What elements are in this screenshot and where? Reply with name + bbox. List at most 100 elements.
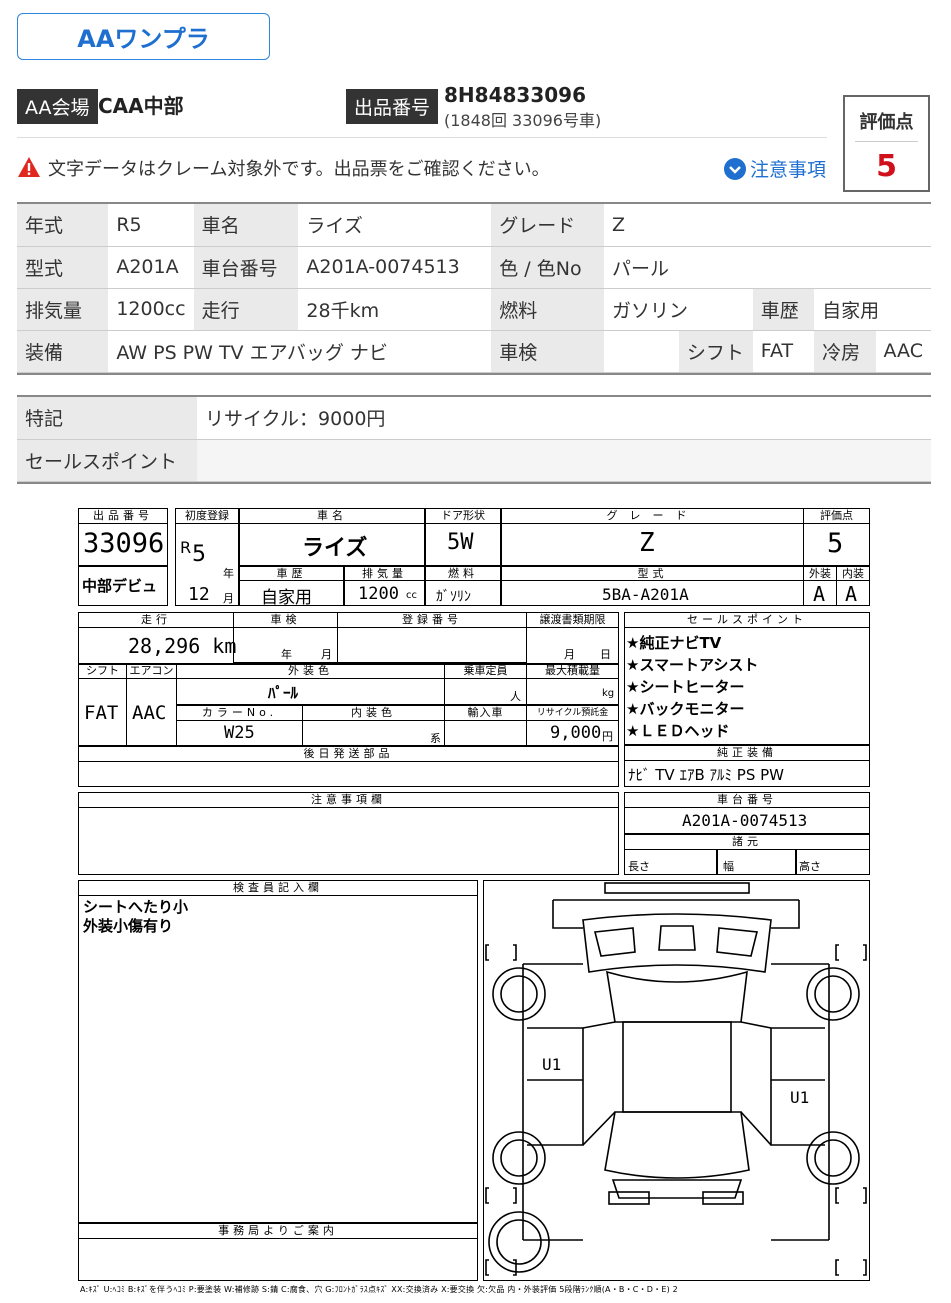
lot-sub: (1848回 33096号車) bbox=[444, 111, 602, 130]
notes-link[interactable]: 注意事項 bbox=[724, 155, 826, 182]
spec-value: ガソリン bbox=[603, 288, 753, 331]
sheet-lot: 33096 bbox=[83, 528, 165, 559]
spec-key: 装備 bbox=[17, 330, 109, 373]
spec-value: パール bbox=[603, 246, 931, 289]
spec-value: ライズ bbox=[298, 204, 492, 247]
sheet-car-name: ライズ bbox=[302, 536, 368, 561]
spec-value: AAC bbox=[875, 330, 931, 373]
spec-value bbox=[603, 330, 679, 373]
sheet-h-shift: シフト bbox=[78, 663, 127, 679]
spec-key: 車歴 bbox=[752, 288, 815, 331]
sheet-model: 5BA-A201A bbox=[602, 585, 689, 604]
sheet-color: ﾊﾟｰﾙ bbox=[268, 684, 299, 702]
score-label: 評価点 bbox=[859, 112, 914, 133]
spec-row-4: 装備 AW PS PW TV エアバッグ ナビ 車検 シフト FAT 冷房 AA… bbox=[17, 330, 931, 373]
spec-value: 自家用 bbox=[814, 288, 931, 331]
spec-row-2: 型式 A201A 車台番号 A201A-0074513 色 / 色No パール bbox=[17, 246, 931, 289]
sheet-h-score: 評価点 bbox=[803, 508, 870, 524]
sheet-genuine: ﾅﾋﾞ TV ｴｱB ｱﾙﾐ PS PW bbox=[628, 766, 784, 784]
remarks-table: 特記 リサイクル：9000円 セールスポイント bbox=[17, 395, 931, 484]
spec-key: 年式 bbox=[17, 204, 109, 247]
sheet-h-chassis: 車台番号 bbox=[624, 792, 870, 808]
sheet-h-history: 車歴 bbox=[239, 566, 344, 581]
venue-tag: AA会場 bbox=[17, 89, 98, 124]
header-divider bbox=[17, 137, 827, 138]
sheet-h-door: ドア形状 bbox=[425, 508, 501, 524]
sheet-h-caution: 注意事項欄 bbox=[78, 792, 619, 808]
sheet-h-recycle: リサイクル預託金 bbox=[526, 705, 619, 721]
sheet-h-color-no: カラーNo. bbox=[176, 705, 303, 721]
sheet-h-int: 内装 bbox=[836, 566, 870, 581]
sheet-h-car-name: 車名 bbox=[239, 508, 425, 524]
sheet-h-ac: エアコン bbox=[126, 663, 177, 679]
sheet-ac: AAC bbox=[132, 702, 167, 724]
sheet-h-inspection: 車検 bbox=[233, 612, 338, 628]
spec-row-1: 年式 R5 車名 ライズ グレード Z bbox=[17, 204, 931, 247]
damage-marker: U1 bbox=[542, 1055, 562, 1074]
sheet-chassis: A201A-0074513 bbox=[682, 811, 808, 830]
damage-marker: U1 bbox=[790, 1088, 810, 1107]
brand-button[interactable]: AAワンプラ bbox=[17, 13, 270, 60]
warning-text: 文字データはクレーム対象外です。出品票をご確認ください。 bbox=[48, 159, 550, 180]
sheet-year: 5 bbox=[192, 542, 206, 567]
warning-icon bbox=[18, 157, 40, 177]
sheet-h-displacement: 排気量 bbox=[344, 566, 425, 581]
spec-value: R5 bbox=[108, 204, 194, 247]
spec-key: グレード bbox=[491, 204, 604, 247]
sheet-history: 自家用 bbox=[261, 588, 312, 608]
sheet-h-genuine: 純正装備 bbox=[624, 745, 870, 761]
remarks-key-sales: セールスポイント bbox=[17, 439, 197, 482]
sheet-recycle: 9,000 bbox=[550, 723, 602, 743]
spec-table-wrap: 年式 R5 車名 ライズ グレード Z 型式 A201A 車台番号 A201A-… bbox=[17, 202, 931, 375]
sheet-h-transfer: 譲渡書類期限 bbox=[526, 612, 619, 628]
spec-key: 走行 bbox=[193, 288, 299, 331]
sheet-door: 5W bbox=[447, 530, 474, 555]
spec-value: A201A-0074513 bbox=[298, 246, 492, 289]
sheet-h-inspector: 検査員記入欄 bbox=[78, 880, 478, 896]
sheet-h-first-reg: 初度登録 bbox=[175, 508, 239, 524]
sheet-inspector-notes: シートへたり小 外装小傷有り bbox=[83, 898, 188, 936]
sheet-h-mileage: 走行 bbox=[78, 612, 234, 628]
spec-key: 色 / 色No bbox=[491, 246, 604, 289]
lot-value: 8H84833096 bbox=[444, 83, 586, 107]
sheet-h-ext: 外装 bbox=[803, 566, 837, 581]
sales-point: ★ＬＥＤヘッド bbox=[626, 722, 730, 740]
sheet-h-office: 事務局よりご案内 bbox=[78, 1223, 478, 1239]
sheet-grade: Z bbox=[639, 528, 655, 558]
chevron-down-icon bbox=[724, 157, 746, 180]
lot-tag: 出品番号 bbox=[346, 89, 439, 124]
sheet-h-lot: 出品番号 bbox=[78, 508, 168, 524]
spec-key: 車名 bbox=[193, 204, 299, 247]
venue-value: CAA中部 bbox=[98, 94, 184, 118]
spec-key: シフト bbox=[678, 330, 753, 373]
sheet-h-grade: グレード bbox=[501, 508, 804, 524]
sheet-era: R bbox=[180, 538, 192, 557]
spec-value: 1200cc bbox=[108, 288, 194, 331]
spec-value: 28千km bbox=[298, 288, 492, 331]
remarks-key-special: 特記 bbox=[17, 397, 197, 440]
spec-value: Z bbox=[603, 204, 931, 247]
inspector-note: 外装小傷有り bbox=[83, 917, 174, 935]
inspector-note: シートへたり小 bbox=[83, 898, 189, 916]
spec-value: AW PS PW TV エアバッグ ナビ bbox=[108, 330, 492, 373]
spec-value: FAT bbox=[752, 330, 815, 373]
sales-point: ★バックモニター bbox=[626, 700, 745, 718]
sheet-h-capacity: 乗車定員 bbox=[444, 663, 527, 679]
car-diagram-drawing bbox=[485, 882, 867, 1276]
sales-point: ★シートヒーター bbox=[626, 678, 745, 696]
sheet-h-model: 型式 bbox=[501, 566, 804, 581]
remarks-value-special: リサイクル：9000円 bbox=[197, 397, 931, 440]
spec-value: A201A bbox=[108, 246, 194, 289]
sheet-h-color: 外装色 bbox=[176, 663, 445, 679]
spec-key: 冷房 bbox=[814, 330, 876, 373]
sheet-score: 5 bbox=[827, 528, 844, 559]
sheet-mileage: 28,296 km bbox=[128, 634, 237, 658]
sheet-h-import: 輸入車 bbox=[444, 705, 527, 721]
spec-row-3: 排気量 1200cc 走行 28千km 燃料 ガソリン 車歴 自家用 bbox=[17, 288, 931, 331]
sheet-sales-points: ★純正ナビTV ★スマートアシスト ★シートヒーター ★バックモニター ★ＬＥＤ… bbox=[626, 632, 758, 742]
sales-point: ★スマートアシスト bbox=[626, 656, 759, 674]
sheet-h-load: 最大積載量 bbox=[526, 663, 619, 679]
sheet-shift: FAT bbox=[84, 702, 119, 724]
spec-key: 排気量 bbox=[17, 288, 109, 331]
spec-key: 車台番号 bbox=[193, 246, 299, 289]
